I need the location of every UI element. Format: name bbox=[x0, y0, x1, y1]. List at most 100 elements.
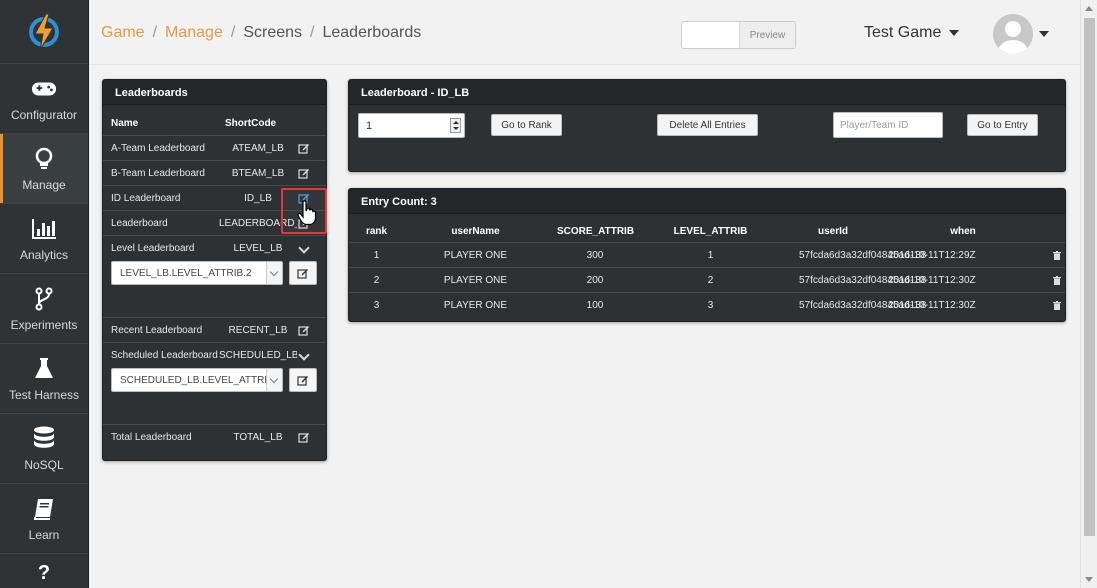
trash-icon[interactable] bbox=[1053, 276, 1061, 285]
cell-userid: 57fcda6d3a32df04845ad138 bbox=[799, 274, 927, 286]
top-header: Game / Manage / Screens / Leaderboards P… bbox=[89, 0, 1080, 65]
highlight-box bbox=[281, 188, 327, 234]
cell-when: 2016-10-11T12:30Z bbox=[888, 300, 976, 311]
leaderboard-name: Leaderboard bbox=[111, 217, 168, 229]
leaderboard-name: Level Leaderboard bbox=[111, 243, 195, 254]
gamepad-icon bbox=[31, 76, 57, 102]
nav-item-experiments[interactable]: Experiments bbox=[0, 274, 88, 344]
leaderboard-code: BTEAM_LB bbox=[231, 167, 285, 179]
left-nav: Configurator Manage Analytics Experiment… bbox=[0, 0, 89, 588]
leaderboard-code: ATEAM_LB bbox=[232, 142, 284, 154]
partition-select-value: SCHEDULED_LB.LEVEL_ATTRIB.1 bbox=[120, 375, 283, 386]
nav-item-configurator[interactable]: Configurator bbox=[0, 64, 88, 134]
flask-icon bbox=[31, 356, 57, 382]
cell-when: 2016-10-11T12:30Z bbox=[888, 274, 976, 286]
cell-level: 3 bbox=[707, 300, 714, 311]
leaderboard-code: LEVEL_LB bbox=[233, 243, 283, 254]
caret-down-icon[interactable] bbox=[1039, 31, 1049, 37]
edit-partition-button[interactable] bbox=[289, 368, 317, 392]
leaderboard-code: SCHEDULED_LB bbox=[219, 350, 297, 361]
leaderboard-code: TOTAL_LB bbox=[233, 432, 283, 443]
leaderboard-name: Recent Leaderboard bbox=[111, 324, 203, 336]
scrollbar-thumb[interactable] bbox=[1084, 18, 1095, 536]
vertical-scrollbar[interactable] bbox=[1080, 0, 1097, 588]
nav-label: Test Harness bbox=[8, 387, 80, 402]
nav-label: NoSQL bbox=[24, 457, 64, 472]
table-row: 1 PLAYER ONE 300 1 57fcda6d3a32df04845ad… bbox=[349, 243, 1065, 268]
avatar[interactable] bbox=[993, 14, 1033, 54]
nav-item-test-harness[interactable]: Test Harness bbox=[0, 344, 88, 414]
cell-when: 2016-10-11T12:29Z bbox=[888, 249, 976, 261]
trash-icon[interactable] bbox=[1053, 301, 1061, 310]
leaderboard-name: B-Team Leaderboard bbox=[111, 167, 205, 179]
panel-title: Leaderboard - ID_LB bbox=[349, 80, 1065, 105]
cell-username: PLAYER ONE bbox=[443, 274, 508, 286]
leaderboard-row: Scheduled Leaderboard SCHEDULED_LB bbox=[103, 343, 326, 368]
entries-table-header: rank userName SCORE_ATTRIB LEVEL_ATTRIB … bbox=[349, 214, 1065, 243]
breadcrumb-manage[interactable]: Manage bbox=[165, 24, 223, 42]
column-userid: userId bbox=[817, 225, 848, 237]
go-to-rank-button[interactable]: Go to Rank bbox=[491, 114, 562, 136]
edit-icon bbox=[297, 376, 308, 386]
edit-partition-button[interactable] bbox=[289, 261, 317, 285]
nav-item-help[interactable]: ? bbox=[0, 554, 88, 588]
book-icon bbox=[31, 496, 57, 522]
help-icon: ? bbox=[37, 562, 51, 584]
panel-title: Entry Count: 3 bbox=[349, 189, 1065, 214]
leaderboard-partition-row: LEVEL_LB.LEVEL_ATTRIB.2 bbox=[103, 261, 326, 318]
game-selector[interactable]: Test Game bbox=[864, 24, 960, 42]
column-username: userName bbox=[451, 225, 500, 237]
nav-item-manage[interactable]: Manage bbox=[0, 134, 88, 204]
edit-icon[interactable] bbox=[298, 431, 310, 443]
gamesparks-logo[interactable] bbox=[0, 0, 88, 64]
leaderboard-row: Level Leaderboard LEVEL_LB bbox=[103, 236, 326, 261]
leaderboard-name: Scheduled Leaderboard bbox=[111, 350, 218, 361]
edit-icon[interactable] bbox=[298, 142, 310, 154]
nav-label: Analytics bbox=[19, 247, 69, 262]
breadcrumb: Game / Manage / Screens / Leaderboards bbox=[101, 24, 421, 42]
cell-userid: 57fcda6d3a32df04845ad138 bbox=[799, 249, 927, 261]
go-to-entry-button[interactable]: Go to Entry bbox=[967, 114, 1038, 136]
trash-icon[interactable] bbox=[1053, 251, 1061, 260]
preview-toggle[interactable]: Preview bbox=[681, 21, 796, 49]
nav-item-analytics[interactable]: Analytics bbox=[0, 204, 88, 274]
leaderboard-name: A-Team Leaderboard bbox=[111, 142, 205, 154]
hand-cursor-icon bbox=[297, 200, 317, 226]
partition-select[interactable]: LEVEL_LB.LEVEL_ATTRIB.2 bbox=[111, 261, 283, 285]
table-row: 3 PLAYER ONE 100 3 57fcda6d3a32df04845ad… bbox=[349, 293, 1065, 318]
column-score: SCORE_ATTRIB bbox=[557, 225, 635, 237]
cell-level: 2 bbox=[707, 274, 714, 286]
chevron-down-icon[interactable] bbox=[298, 242, 310, 254]
partition-select[interactable]: SCHEDULED_LB.LEVEL_ATTRIB.1 bbox=[111, 368, 283, 392]
leaderboard-name: Total Leaderboard bbox=[111, 432, 192, 443]
preview-toggle-off[interactable] bbox=[682, 22, 739, 48]
edit-icon[interactable] bbox=[298, 324, 310, 336]
breadcrumb-game[interactable]: Game bbox=[101, 24, 145, 42]
nav-item-nosql[interactable]: NoSQL bbox=[0, 414, 88, 484]
column-shortcode: ShortCode bbox=[225, 118, 277, 129]
scroll-down-icon[interactable] bbox=[1085, 577, 1093, 582]
spinner-icon[interactable] bbox=[450, 118, 461, 133]
leaderboards-table-header: Name ShortCode bbox=[103, 105, 326, 136]
scroll-up-icon[interactable] bbox=[1085, 6, 1093, 11]
leaderboard-row: Recent Leaderboard RECENT_LB bbox=[103, 318, 326, 343]
nav-label: Configurator bbox=[10, 107, 78, 122]
edit-icon bbox=[297, 269, 308, 279]
select-arrow-icon[interactable] bbox=[266, 262, 282, 284]
edit-icon[interactable] bbox=[298, 167, 310, 179]
leaderboards-panel: Leaderboards Name ShortCode A-Team Leade… bbox=[102, 79, 327, 461]
select-arrow-icon[interactable] bbox=[266, 369, 282, 391]
preview-toggle-label[interactable]: Preview bbox=[739, 22, 795, 48]
database-icon bbox=[31, 426, 57, 452]
rank-input-value: 1 bbox=[366, 120, 373, 132]
rank-input[interactable]: 1 bbox=[358, 113, 465, 138]
cell-rank: 3 bbox=[373, 300, 380, 311]
nav-item-learn[interactable]: Learn bbox=[0, 484, 88, 554]
column-when: when bbox=[950, 225, 976, 237]
chevron-down-icon[interactable] bbox=[298, 349, 310, 361]
nav-label: Experiments bbox=[10, 317, 78, 332]
delete-all-entries-button[interactable]: Delete All Entries bbox=[657, 114, 758, 136]
player-team-id-input[interactable]: Player/Team ID bbox=[833, 112, 943, 138]
breadcrumb-leaderboards: Leaderboards bbox=[322, 24, 422, 41]
table-row: 2 PLAYER ONE 200 2 57fcda6d3a32df04845ad… bbox=[349, 268, 1065, 293]
